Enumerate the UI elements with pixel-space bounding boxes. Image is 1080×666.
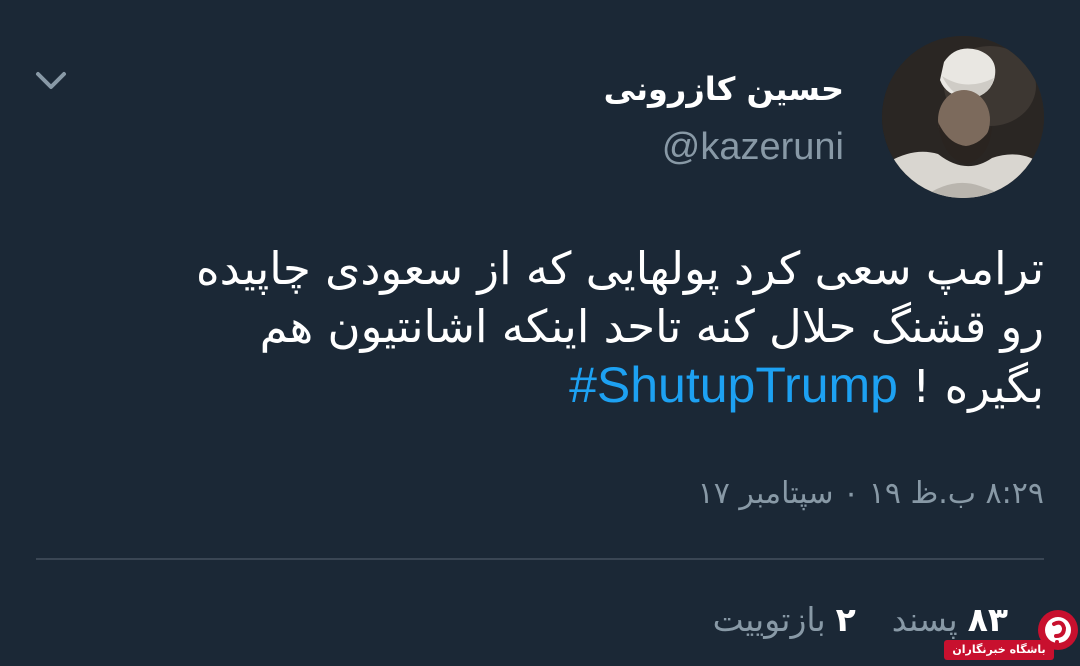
tweet-text-line-3: بگیره ! #ShutupTrump: [44, 356, 1044, 416]
tweet-timestamp[interactable]: ۸:۲۹ ب.ظ ۱۹ ۰ سپتامبر ۱۷: [698, 476, 1044, 511]
divider: [36, 558, 1044, 560]
tweet-text: ترامپ سعی کرد پولهایی که از سعودی چاپیده…: [44, 240, 1044, 416]
tweet-text-line-3-text: بگیره !: [912, 360, 1044, 413]
tweet-detail: حسین کازرونی @kazeruni ترامپ سعی کرد پول…: [0, 0, 1080, 662]
tweet-text-line-1: ترامپ سعی کرد پولهایی که از سعودی چاپیده: [196, 242, 1044, 295]
chevron-down-icon[interactable]: [34, 66, 68, 96]
avatar-image: [882, 36, 1044, 198]
tweet-text-line-2: رو قشنگ حلال کنه تاحد اینکه اشانتیون هم: [259, 300, 1044, 353]
retweets-label: بازتوییت: [712, 600, 826, 639]
retweets-stat[interactable]: ۲ بازتوییت: [713, 600, 856, 639]
avatar[interactable]: [882, 36, 1044, 198]
username-handle[interactable]: @kazeruni: [662, 126, 844, 169]
retweets-count: ۲: [835, 600, 856, 639]
display-name[interactable]: حسین کازرونی: [604, 70, 844, 108]
watermark-logo: [1032, 606, 1080, 662]
hashtag-link[interactable]: #ShutupTrump: [569, 357, 898, 413]
watermark: باشگاه خبرنگاران: [944, 606, 1080, 662]
